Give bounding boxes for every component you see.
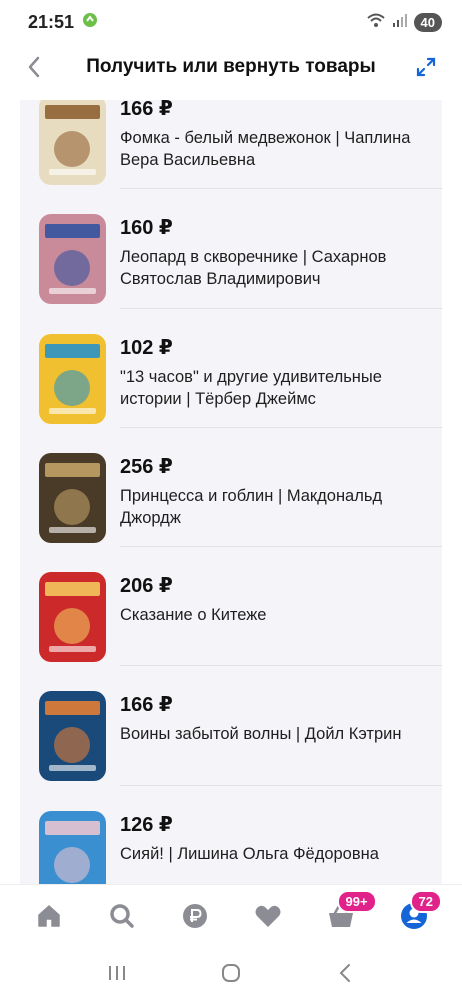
home-circle-icon [222, 964, 240, 982]
nav-home[interactable] [29, 896, 69, 936]
item-price: 126 ₽ [120, 813, 173, 836]
book-cover-image [39, 572, 106, 663]
profile-badge: 72 [409, 889, 442, 913]
item-info: 166 ₽ Воины забытой волны | Дойл Кэтрин [120, 693, 434, 745]
book-cover-image [39, 452, 106, 543]
system-navigation [0, 946, 462, 1000]
item-title: Фомка - белый медвежонок | Чаплина Вера … [120, 129, 411, 169]
item-price: 160 ₽ [120, 217, 173, 240]
back-system-button[interactable] [325, 953, 365, 993]
signal-icon [392, 12, 408, 33]
book-cover-image [39, 333, 106, 424]
ruble-icon [182, 903, 207, 928]
item-title: Сказание о Китеже [120, 606, 267, 625]
app-notification-icon [82, 12, 98, 33]
cart-badge: 99+ [336, 889, 377, 913]
page-header: Получить или вернуть товары [0, 44, 462, 90]
list-item[interactable]: 166 ₽ Воины забытой волны | Дойл Кэтрин [20, 666, 442, 787]
list-item[interactable]: 102 ₽ "13 часов" и другие удивительные ис… [20, 309, 442, 429]
item-title: Воины забытой волны | Дойл Кэтрин [120, 725, 402, 744]
status-time: 21:51 [28, 11, 75, 32]
expand-icon [416, 57, 436, 77]
items-panel: 166 ₽ Фомка - белый медвежонок | Чаплина … [20, 100, 442, 884]
item-price: 102 ₽ [120, 336, 173, 359]
list-item[interactable]: 256 ₽ Принцесса и гоблин | Макдональд Джо… [20, 428, 442, 548]
wifi-icon [366, 12, 386, 33]
nav-search[interactable] [102, 896, 142, 936]
product-list: 166 ₽ Фомка - белый медвежонок | Чаплина … [20, 100, 442, 884]
list-item[interactable]: 166 ₽ Фомка - белый медвежонок | Чаплина … [20, 100, 442, 190]
expand-button[interactable] [414, 55, 438, 79]
item-title: Сияй! | Лишина Ольга Фёдоровна [120, 844, 379, 863]
battery-indicator: 40 [413, 12, 442, 32]
search-icon [109, 903, 134, 928]
list-item[interactable]: 126 ₽ Сияй! | Лишина Ольга Фёдоровна [20, 786, 442, 884]
recent-apps-icon [109, 966, 125, 980]
item-price: 256 ₽ [120, 455, 173, 478]
bottom-navigation: 99+ 72 [0, 884, 462, 946]
nav-favorites[interactable] [248, 896, 288, 936]
back-arrow-icon [339, 964, 350, 982]
item-price: 166 ₽ [120, 100, 173, 120]
item-info: 256 ₽ Принцесса и гоблин | Макдональд Джо… [120, 455, 434, 529]
item-title: "13 часов" и другие удивительные истории… [120, 367, 382, 408]
book-cover-image [39, 810, 106, 884]
list-item[interactable]: 206 ₽ Сказание о Китеже [20, 547, 442, 667]
book-cover-image [39, 214, 106, 305]
status-bar: 21:51 40 [0, 0, 462, 44]
item-info: 206 ₽ Сказание о Китеже [120, 574, 434, 626]
chevron-left-icon [28, 56, 40, 78]
book-cover-image [39, 100, 106, 185]
home-icon [37, 904, 60, 927]
back-button[interactable] [20, 53, 48, 81]
page-title: Получить или вернуть товары [86, 56, 376, 77]
item-info: 160 ₽ Леопард в скворечнике | Сахарнов Св… [120, 216, 434, 290]
item-title: Принцесса и гоблин | Макдональд Джордж [120, 486, 383, 527]
item-price: 166 ₽ [120, 694, 173, 717]
item-title: Леопард в скворечнике | Сахарнов Святосл… [120, 248, 387, 289]
item-info: 166 ₽ Фомка - белый медвежонок | Чаплина … [120, 100, 434, 171]
heart-icon [255, 905, 280, 927]
nav-payments[interactable] [175, 896, 215, 936]
recent-apps-button[interactable] [97, 953, 137, 993]
list-item[interactable]: 160 ₽ Леопард в скворечнике | Сахарнов Св… [20, 189, 442, 309]
book-cover-image [39, 691, 106, 782]
item-price: 206 ₽ [120, 575, 173, 598]
home-button[interactable] [211, 953, 251, 993]
nav-cart[interactable]: 99+ [321, 889, 377, 936]
item-info: 102 ₽ "13 часов" и другие удивительные ис… [120, 336, 434, 410]
item-info: 126 ₽ Сияй! | Лишина Ольга Фёдоровна [120, 813, 434, 865]
nav-profile[interactable]: 72 [394, 889, 442, 936]
